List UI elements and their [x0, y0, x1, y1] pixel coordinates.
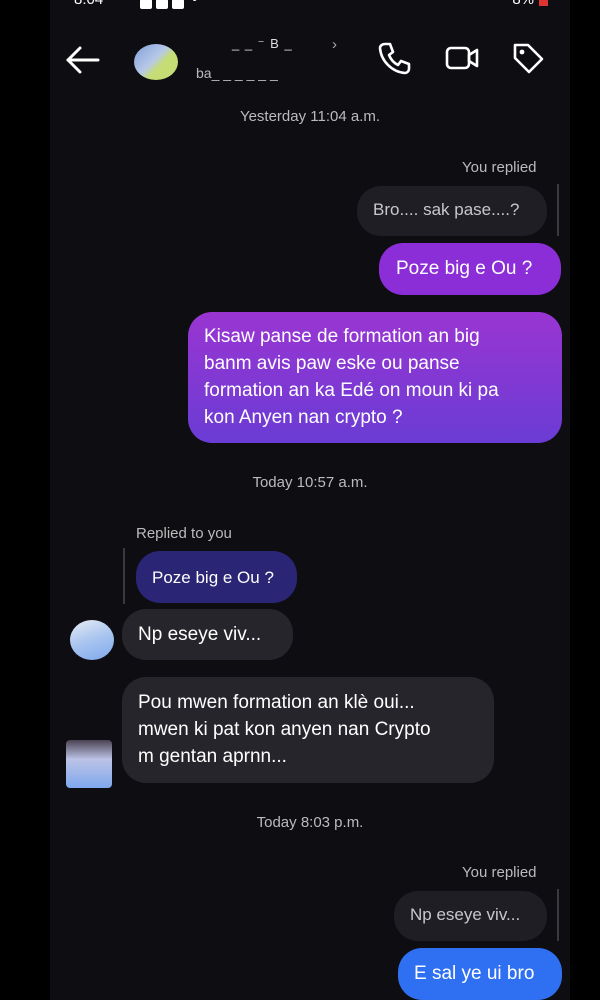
contact-avatar[interactable]: [66, 740, 112, 788]
status-bar: 8:04 • 8%: [50, 0, 570, 12]
battery-level: 8%: [512, 0, 534, 8]
reply-indicator-line: [557, 184, 559, 236]
replied-to-you-label: Replied to you: [136, 525, 232, 542]
contact-avatar[interactable]: [70, 620, 114, 660]
chat-header: _ _ ⁻ B _ › ba_ _ _ _ _ _: [50, 20, 570, 100]
notification-icons: [140, 0, 188, 13]
you-replied-label: You replied: [462, 159, 537, 176]
incoming-message[interactable]: Pou mwen formation an klè oui... mwen ki…: [122, 677, 494, 783]
contact-name[interactable]: _ _ ⁻ B _: [232, 36, 293, 52]
back-arrow-icon[interactable]: [64, 42, 104, 78]
you-replied-label: You replied: [462, 864, 537, 881]
video-camera-icon[interactable]: [444, 40, 480, 76]
reply-indicator-line: [123, 548, 125, 604]
quoted-message[interactable]: Bro.... sak pase....?: [357, 186, 547, 236]
outgoing-message[interactable]: E sal ye ui bro: [398, 948, 562, 1000]
chevron-right-icon[interactable]: ›: [332, 36, 337, 53]
timestamp: Today 8:03 p.m.: [256, 814, 364, 831]
battery-icon: [539, 0, 548, 6]
quoted-message[interactable]: Np eseye viv...: [394, 891, 547, 941]
contact-avatar[interactable]: [134, 44, 178, 80]
notification-dot-icon: •: [192, 0, 197, 8]
incoming-message[interactable]: Np eseye viv...: [122, 609, 293, 660]
chat-screen: [50, 0, 570, 1000]
timestamp: Today 10:57 a.m.: [252, 474, 368, 491]
quoted-message[interactable]: Poze big e Ou ?: [136, 551, 297, 603]
phone-icon[interactable]: [376, 40, 412, 76]
reply-indicator-line: [557, 889, 559, 941]
tag-icon[interactable]: [510, 40, 546, 76]
outgoing-message[interactable]: Kisaw panse de formation an big banm avi…: [188, 312, 562, 443]
contact-username[interactable]: ba_ _ _ _ _ _: [196, 65, 278, 81]
timestamp: Yesterday 11:04 a.m.: [239, 108, 381, 125]
outgoing-message[interactable]: Poze big e Ou ?: [379, 243, 561, 295]
status-time: 8:04: [74, 0, 103, 8]
